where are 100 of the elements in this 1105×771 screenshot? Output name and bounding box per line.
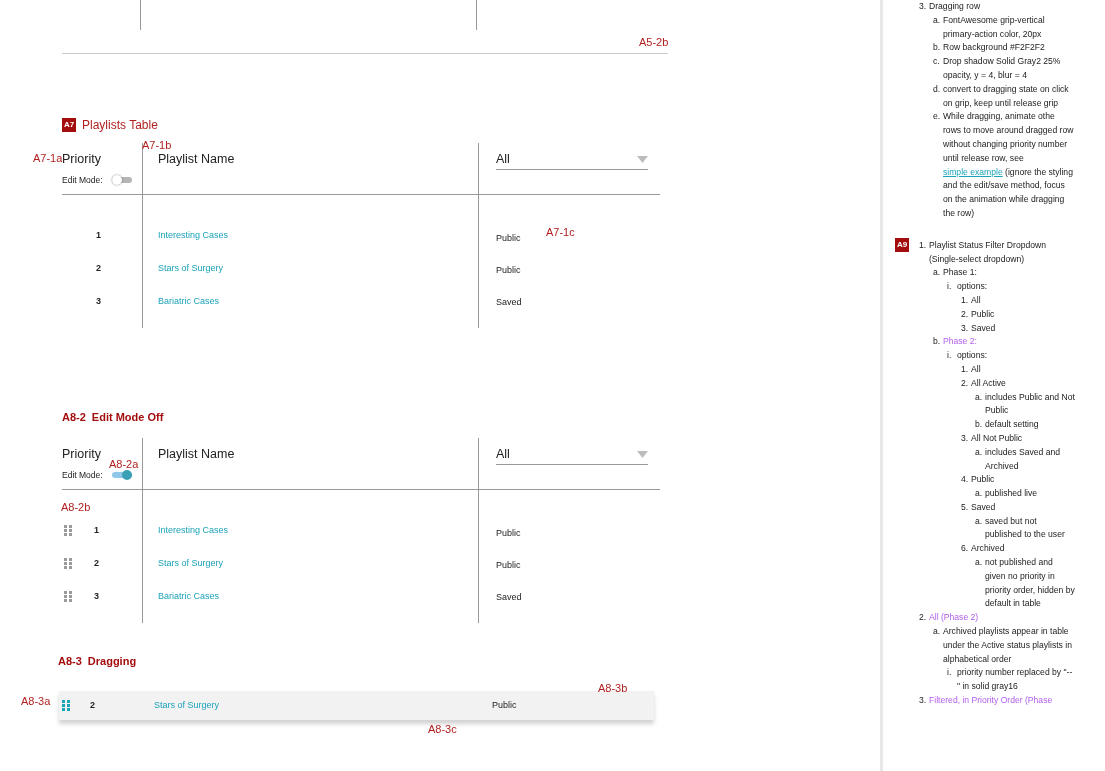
edit-mode-label: Edit Mode: bbox=[62, 173, 103, 187]
annotation-label: A8-3a bbox=[21, 696, 51, 707]
grip-icon[interactable] bbox=[64, 591, 72, 602]
list-marker: b. bbox=[933, 41, 942, 55]
list-marker: 3. bbox=[919, 694, 928, 708]
playlist-link[interactable]: Bariatric Cases bbox=[158, 589, 220, 604]
list-marker: i. bbox=[947, 349, 953, 363]
list-marker: 2. bbox=[961, 307, 970, 321]
status-text: Public bbox=[492, 698, 517, 712]
status-text: Public bbox=[496, 527, 521, 541]
note-text: Public bbox=[971, 307, 996, 321]
note-text: Public bbox=[971, 473, 996, 487]
annotation-label: A8-2b bbox=[61, 502, 91, 513]
priority-number: 3 bbox=[94, 589, 99, 603]
priority-number: 2 bbox=[96, 261, 101, 275]
list-marker: 1. bbox=[961, 293, 970, 307]
annotation-label: A7-1b bbox=[142, 140, 172, 151]
list-marker: a. bbox=[975, 514, 984, 528]
note-text: Saved bbox=[971, 500, 997, 514]
note-text: All Active bbox=[971, 376, 1007, 390]
list-marker: a. bbox=[975, 390, 984, 404]
status-text: Public bbox=[496, 264, 521, 278]
grip-icon[interactable] bbox=[64, 525, 72, 536]
status-text: Saved bbox=[496, 296, 522, 310]
section-title: Dragging bbox=[87, 656, 137, 667]
note-text: saved but not published to the user bbox=[985, 514, 1066, 542]
list-marker: c. bbox=[933, 55, 941, 69]
list-marker: 4. bbox=[961, 473, 970, 487]
note-text: While dragging, animate othe rows to move around dragged row without changing priority number until release row, see simple example (ignore the styling and the edit/save method, focus on the animation while dragging the row) bbox=[943, 110, 1075, 220]
list-marker: 2. bbox=[919, 611, 928, 625]
status-text: Public bbox=[496, 232, 521, 246]
status-filter-dropdown[interactable]: All bbox=[496, 153, 648, 170]
list-marker: 1. bbox=[919, 238, 928, 252]
section-label: A8-3 bbox=[58, 656, 82, 667]
list-marker: d. bbox=[933, 82, 942, 96]
playlist-link[interactable]: Stars of Surgery bbox=[158, 556, 224, 571]
note-text: Archived bbox=[971, 542, 1006, 556]
playlist-link[interactable]: Bariatric Cases bbox=[158, 294, 220, 309]
note-text: Phase 1: bbox=[943, 266, 978, 280]
list-marker: a. bbox=[975, 487, 984, 501]
priority-number: 3 bbox=[96, 294, 101, 308]
annotation-label: A8-3b bbox=[598, 683, 628, 694]
note-text: All bbox=[971, 293, 982, 307]
grip-icon[interactable] bbox=[62, 700, 70, 711]
list-marker: a. bbox=[975, 556, 984, 570]
grip-icon[interactable] bbox=[64, 558, 72, 569]
list-marker: 6. bbox=[961, 542, 970, 556]
note-text: options: bbox=[957, 349, 989, 363]
note-text: Saved bbox=[971, 321, 997, 335]
list-marker: 3. bbox=[919, 0, 928, 13]
note-text: published live bbox=[985, 487, 1039, 501]
annotation-label: A7-1a bbox=[33, 153, 63, 164]
note-text: options: bbox=[957, 280, 989, 294]
column-header: Priority bbox=[62, 153, 102, 166]
status-text: Public bbox=[496, 559, 521, 573]
note-text: Filtered, in Priority Order (Phase bbox=[929, 694, 1054, 708]
list-marker: b. bbox=[933, 335, 942, 349]
table-row[interactable]: 2 Stars of Surgery Public bbox=[59, 691, 654, 720]
section-badge: A9 bbox=[895, 237, 909, 252]
playlist-link[interactable]: Stars of Surgery bbox=[154, 698, 492, 713]
priority-number: 1 bbox=[94, 523, 99, 537]
column-header: Playlist Name bbox=[158, 448, 236, 461]
list-marker: 1. bbox=[961, 362, 970, 376]
note-text: Dragging row bbox=[929, 0, 982, 13]
link[interactable]: simple example bbox=[943, 166, 1003, 177]
note-text: Playlist Status Filter Dropdown (Single-select dropdown) bbox=[929, 238, 1047, 266]
edit-mode-toggle[interactable] bbox=[111, 174, 132, 185]
list-marker: 3. bbox=[961, 321, 970, 335]
list-marker: b. bbox=[975, 418, 984, 432]
caret-icon bbox=[637, 155, 648, 163]
list-marker: a. bbox=[975, 445, 984, 459]
status-text: Saved bbox=[496, 591, 522, 605]
list-marker: a. bbox=[933, 13, 942, 27]
note-text: not published and given no priority in priority order, hidden by default in table bbox=[985, 556, 1075, 611]
priority-number: 1 bbox=[96, 228, 101, 242]
edit-mode-toggle[interactable] bbox=[111, 469, 132, 480]
list-marker: i. bbox=[947, 666, 953, 680]
edit-mode-label: Edit Mode: bbox=[62, 468, 103, 482]
note-text: includes Saved and Archived bbox=[985, 445, 1061, 473]
status-filter-dropdown[interactable]: All bbox=[496, 448, 648, 465]
annotation-label: A8-2a bbox=[109, 459, 139, 470]
list-marker: 5. bbox=[961, 500, 970, 514]
column-header: Playlist Name bbox=[158, 153, 236, 166]
note-text: Phase 2: bbox=[943, 335, 978, 349]
column-header: Priority bbox=[62, 448, 102, 461]
section-title: Playlists Table bbox=[82, 117, 158, 134]
list-marker: i. bbox=[947, 280, 953, 294]
note-text: All (Phase 2) bbox=[929, 611, 980, 625]
note-text: priority number replaced by "--" in solid gray16 bbox=[957, 666, 1074, 694]
note-text: Row background #F2F2F2 bbox=[943, 41, 1046, 55]
section-badge: A7 bbox=[62, 118, 76, 132]
playlist-link[interactable]: Stars of Surgery bbox=[158, 261, 224, 276]
note-text: default setting bbox=[985, 418, 1040, 432]
annotation-label: A5-2b bbox=[639, 37, 669, 48]
list-marker: a. bbox=[933, 625, 942, 639]
playlist-link[interactable]: Interesting Cases bbox=[158, 228, 229, 243]
section-title: Edit Mode Off bbox=[91, 412, 164, 423]
playlist-link[interactable]: Interesting Cases bbox=[158, 523, 229, 538]
annotation-label: A8-3c bbox=[428, 724, 457, 735]
list-marker: 3. bbox=[961, 431, 970, 445]
